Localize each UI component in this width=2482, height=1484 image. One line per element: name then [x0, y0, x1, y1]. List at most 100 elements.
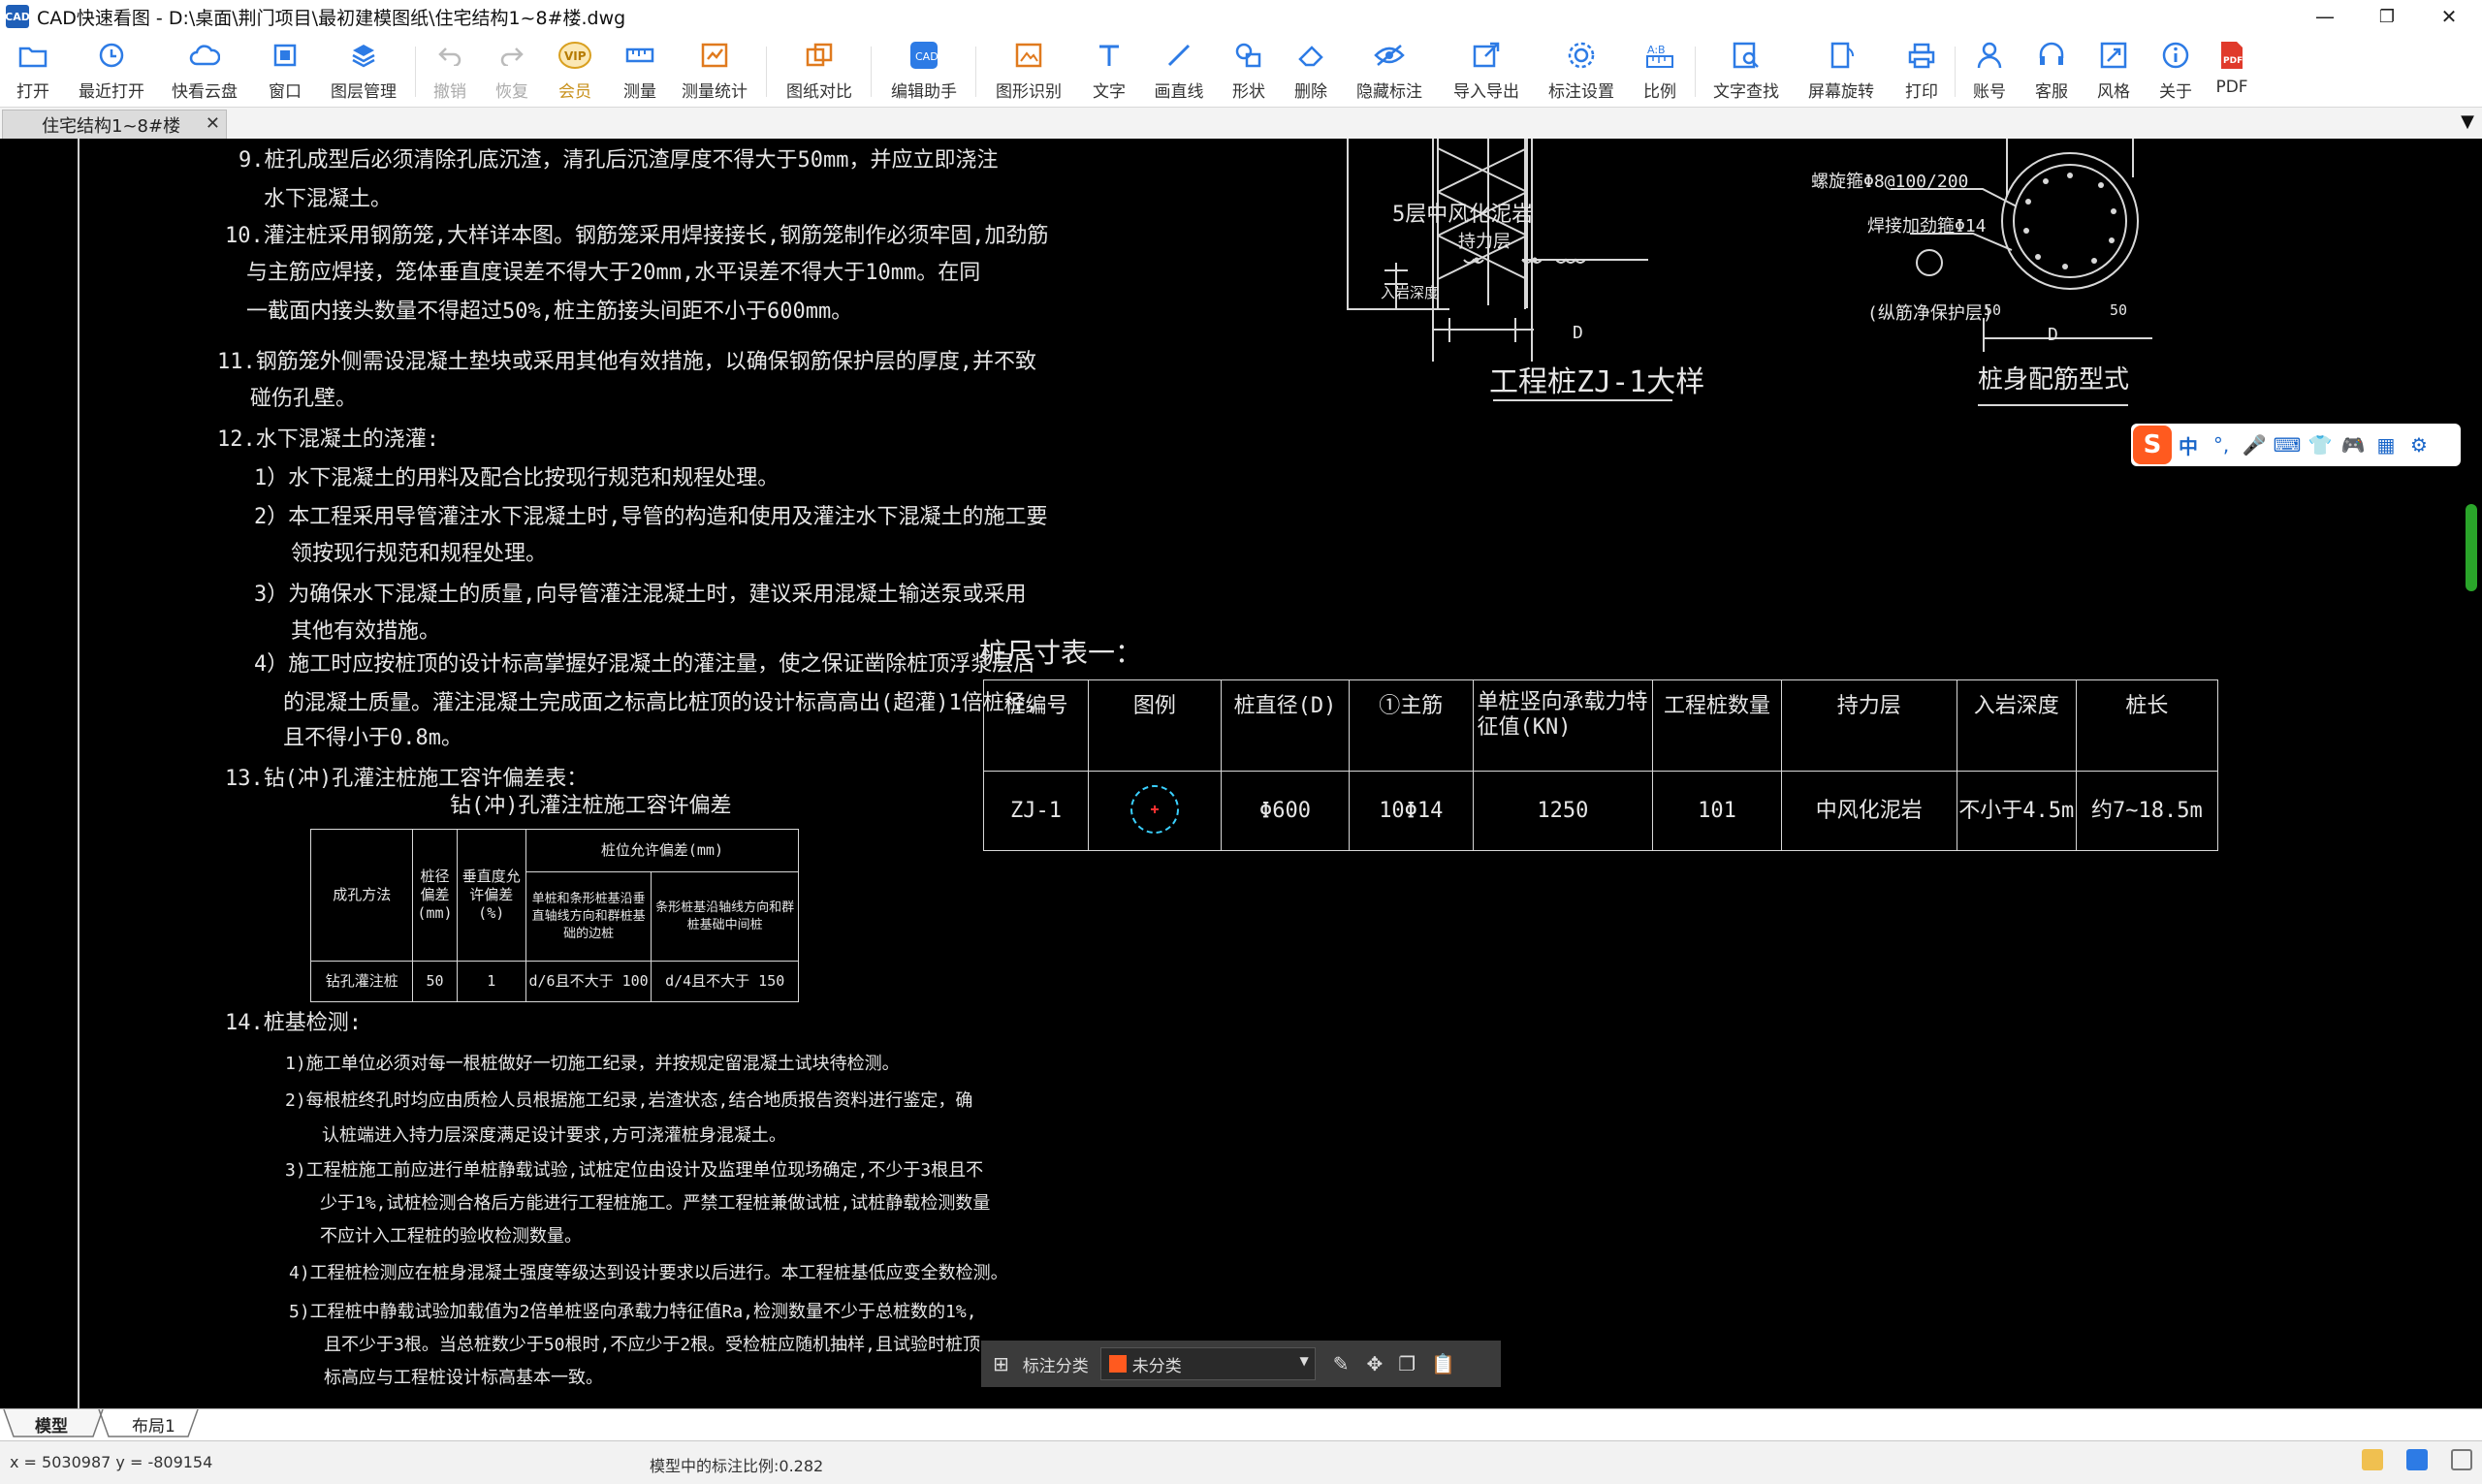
- note-line: 且不少于3根。当总桩数少于50根时,不应少于2根。受检桩应随机抽样,且试验时桩顶: [324, 1335, 981, 1355]
- table-cell: 50: [412, 961, 458, 1002]
- cloud-button[interactable]: 快看云盘: [167, 37, 242, 105]
- scale-button[interactable]: A:B 比例: [1639, 37, 1681, 105]
- note-line: 且不得小于0.8m。: [283, 726, 462, 750]
- ime-skin-icon[interactable]: 👕: [2304, 433, 2337, 457]
- screen-mode-icon[interactable]: [2406, 1449, 2428, 1470]
- category-color-swatch: [1108, 1355, 1127, 1373]
- pdf-button[interactable]: PDF PDF: [2211, 37, 2253, 105]
- note-line: 3）为确保水下混凝土的质量,向导管灌注混凝土时，建议采用混凝土输送泵或采用: [254, 583, 1027, 607]
- vip-button[interactable]: VIP 会员: [555, 37, 595, 105]
- ime-settings-icon[interactable]: ⚙: [2402, 433, 2435, 457]
- ime-logo-icon[interactable]: S: [2133, 426, 2172, 464]
- about-button[interactable]: 关于: [2154, 37, 2197, 105]
- table-header: 桩直径(D): [1220, 679, 1351, 772]
- ime-game-icon[interactable]: 🎮: [2337, 433, 2370, 457]
- shape-button[interactable]: 形状: [1227, 37, 1270, 105]
- layer-manager-button[interactable]: 图层管理: [326, 37, 401, 105]
- toolbar-separator: [1955, 47, 1956, 97]
- table-cell: 不小于4.5m: [1956, 771, 2077, 851]
- table-header: 工程桩数量: [1652, 679, 1782, 772]
- toolbar-separator: [1695, 47, 1696, 97]
- tab-model[interactable]: 模型: [35, 1412, 68, 1437]
- minimize-button[interactable]: —: [2294, 0, 2356, 33]
- text-search-icon: [1732, 37, 1761, 74]
- table-header: 桩编号: [983, 679, 1089, 772]
- scale-icon: A:B: [1645, 37, 1674, 74]
- rotate-screen-button[interactable]: 屏幕旋转: [1803, 37, 1879, 105]
- customer-service-button[interactable]: 客服: [2030, 37, 2073, 105]
- annotation-category-value: 未分类: [1131, 1356, 1182, 1376]
- shape-icon: [1234, 37, 1263, 74]
- copy-icon[interactable]: ❐: [1398, 1352, 1416, 1375]
- ime-toolbox-icon[interactable]: ▦: [2370, 433, 2402, 457]
- tab-layout1[interactable]: 布局1: [132, 1412, 175, 1437]
- account-button[interactable]: 账号: [1968, 37, 2011, 105]
- ime-toolbar[interactable]: S 中 °, 🎤 ⌨ 👕 🎮 ▦ ⚙: [2131, 424, 2461, 466]
- move-icon[interactable]: ✥: [1367, 1352, 1384, 1375]
- table-header: 桩长: [2075, 679, 2219, 772]
- note-line: 的混凝土质量。灌注混凝土完成面之标高比桩顶的设计标高高出(超灌)1倍桩径,: [283, 691, 1038, 715]
- recent-button[interactable]: 最近打开: [74, 37, 149, 105]
- text-button[interactable]: 文字: [1088, 37, 1130, 105]
- maximize-button[interactable]: ❐: [2356, 0, 2418, 33]
- ime-microphone-icon[interactable]: 🎤: [2238, 433, 2271, 457]
- rock-depth-label: 入岩深度: [1381, 284, 1440, 301]
- table-header: 成孔方法: [309, 829, 414, 962]
- style-button[interactable]: 风格: [2092, 37, 2135, 105]
- window-button[interactable]: 窗口: [264, 37, 306, 105]
- redo-button[interactable]: 恢复: [493, 37, 531, 105]
- note-line: 5)工程桩中静载试验加载值为2倍单桩竖向承载力特征值Ra,检测数量不少于总桩数的…: [289, 1302, 977, 1322]
- main-toolbar: 打开 最近打开 快看云盘 窗口 图层管理 撤销 恢复 VIP 会员 测量 测量统…: [0, 33, 2482, 108]
- print-button[interactable]: 打印: [1900, 37, 1943, 105]
- table-subheader: 单桩和条形桩基沿垂直轴线方向和群桩基础的边桩: [525, 871, 652, 962]
- tab-close-icon[interactable]: ✕: [206, 113, 220, 134]
- text-icon: [1096, 37, 1123, 74]
- window-title: CAD快速看图 - D:\桌面\荆门项目\最初建模图纸\住宅结构1~8#楼.dw…: [37, 7, 626, 29]
- notes-icon[interactable]: [2362, 1449, 2383, 1470]
- open-button[interactable]: 打开: [10, 37, 56, 105]
- table-subheader: 条形桩基沿轴线方向和群桩基础中间桩: [651, 871, 799, 962]
- note-line: 14.桩基检测:: [225, 1011, 362, 1035]
- style-icon: [2099, 37, 2128, 74]
- layout-tab-bar: 模型 布局1: [0, 1408, 2482, 1440]
- edit-icon[interactable]: ✎: [1333, 1352, 1350, 1375]
- annotation-category-select[interactable]: 未分类 ▼: [1099, 1347, 1316, 1380]
- delete-button[interactable]: 删除: [1289, 37, 1332, 105]
- headset-icon: [2037, 37, 2066, 74]
- note-line: 12.水下混凝土的浇灌:: [217, 427, 439, 452]
- shape-recognize-button[interactable]: 图形识别: [991, 37, 1066, 105]
- tab-document[interactable]: 住宅结构1~8#楼 ✕: [2, 110, 227, 140]
- ime-punctuation-icon[interactable]: °,: [2205, 433, 2238, 457]
- ime-chinese-toggle[interactable]: 中: [2172, 431, 2205, 459]
- note-line: 其他有效措施。: [291, 619, 441, 644]
- undo-button[interactable]: 撤销: [430, 37, 469, 105]
- text-search-button[interactable]: 文字查找: [1708, 37, 1784, 105]
- detail-title: 工程桩ZJ-1大样: [1489, 365, 1705, 399]
- settings-icon[interactable]: [2451, 1449, 2472, 1470]
- import-export-button[interactable]: 导入导出: [1448, 37, 1524, 105]
- pile-size-table: 桩编号 图例 桩直径(D) ①主筋 单桩竖向承载力特征值(KN) 工程桩数量 持…: [983, 679, 2219, 851]
- hide-annotation-button[interactable]: 隐藏标注: [1352, 37, 1427, 105]
- compare-button[interactable]: 图纸对比: [781, 37, 857, 105]
- svg-text:CAD: CAD: [915, 50, 939, 63]
- app-logo-icon: CAD: [5, 5, 30, 28]
- vertical-scrollbar[interactable]: [2466, 504, 2477, 591]
- draw-line-button[interactable]: 画直线: [1150, 37, 1208, 105]
- annotation-settings-button[interactable]: 标注设置: [1543, 37, 1619, 105]
- grid-icon[interactable]: ⊞: [993, 1352, 1009, 1375]
- document-tab-bar: 住宅结构1~8#楼 ✕ ▼: [0, 108, 2482, 140]
- edit-assistant-button[interactable]: CAD 编辑助手: [886, 37, 962, 105]
- toolbar-separator: [766, 47, 767, 97]
- window-icon: [272, 37, 298, 74]
- tab-dropdown-icon[interactable]: ▼: [2461, 111, 2474, 132]
- paste-icon[interactable]: 📋: [1431, 1352, 1455, 1375]
- note-line: 2）本工程采用导管灌注水下混凝土时,导管的构造和使用及灌注水下混凝土的施工要: [254, 505, 1048, 529]
- drawing-canvas[interactable]: 9.桩孔成型后必须清除孔底沉渣，清孔后沉渣厚度不得大于50mm，并应立即浇注 水…: [0, 139, 2482, 1408]
- ime-keyboard-icon[interactable]: ⌨: [2271, 433, 2304, 457]
- table-cell: 1: [456, 961, 526, 1002]
- measure-button[interactable]: 测量: [619, 37, 661, 105]
- close-button[interactable]: ✕: [2418, 0, 2480, 33]
- table-header: 垂直度允许偏差(%): [456, 829, 526, 962]
- measure-stats-button[interactable]: 测量统计: [677, 37, 752, 105]
- note-line: 3)工程桩施工前应进行单桩静载试验,试桩定位由设计及监理单位现场确定,不少于3根…: [285, 1160, 984, 1181]
